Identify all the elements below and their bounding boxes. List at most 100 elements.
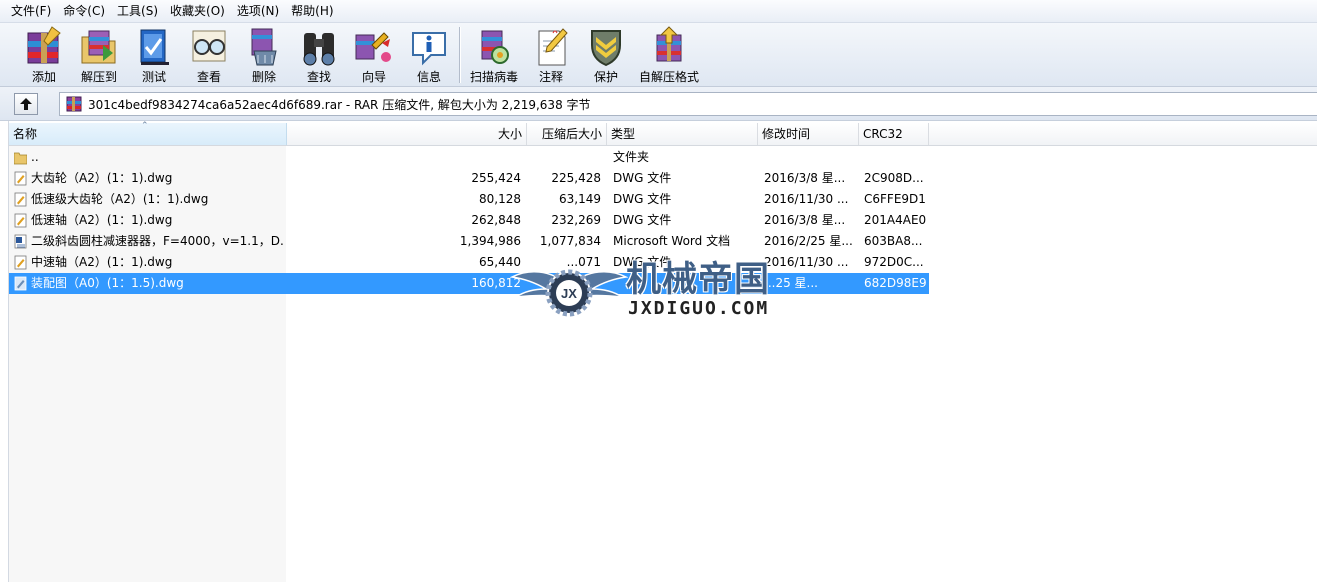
file-packed-size <box>530 147 601 168</box>
virus-scan-label: 扫描病毒 <box>469 70 518 84</box>
comment-button[interactable]: 注释 <box>523 24 579 84</box>
menu-file[interactable]: 文件(F) <box>0 1 57 21</box>
file-crc: 201A4AE0 <box>864 213 927 227</box>
table-row[interactable]: 低速轴（A2）(1：1).dwg 262,848 232,269 DWG 文件 … <box>9 210 929 231</box>
file-list[interactable]: ⌃ 名称 大小 压缩后大小 类型 修改时间 CRC32 .. 文件夹 大齿轮（A… <box>0 121 1317 582</box>
extract-to-label: 解压到 <box>80 70 117 84</box>
column-name[interactable]: ⌃ 名称 <box>9 121 287 145</box>
file-packed-size: ...071 <box>566 255 601 269</box>
file-size: 1,394,986 <box>459 234 521 248</box>
file-size: 80,128 <box>479 192 521 206</box>
file-name: 低速级大齿轮（A2）(1：1).dwg <box>31 192 209 206</box>
toolbar: 添加 解压到 测试 查看 删除 查找 向导 信息 扫描病毒 注释 保护 自解压格… <box>0 23 1317 87</box>
comment-label: 注释 <box>538 70 563 84</box>
file-type: DWG 文件 <box>613 213 672 227</box>
file-packed-size <box>530 273 601 294</box>
wizard-label: 向导 <box>361 70 386 84</box>
wizard-button[interactable]: 向导 <box>346 24 402 84</box>
column-modified-label: 修改时间 <box>762 127 811 141</box>
table-row[interactable]: 二级斜齿圆柱减速器器，F=4000，v=1.1，D... 1,394,986 1… <box>9 231 929 252</box>
folder-icon <box>14 152 27 165</box>
file-crc <box>864 147 934 168</box>
column-modified[interactable]: 修改时间 <box>758 123 859 145</box>
sfx-label: 自解压格式 <box>638 70 699 84</box>
file-type: 文件夹 <box>613 150 650 164</box>
rar-archive-icon <box>66 96 82 112</box>
table-row-selected[interactable]: 装配图（A0）(1：1.5).dwg 160,812 ...25 星... 68… <box>9 273 929 294</box>
dwg-file-icon <box>14 276 27 291</box>
add-label: 添加 <box>31 70 56 84</box>
view-glasses-icon <box>192 30 226 62</box>
file-crc: 2C908D... <box>864 171 924 185</box>
file-modified: 2016/11/30 ... <box>764 192 849 206</box>
file-name: 低速轴（A2）(1：1).dwg <box>31 213 173 227</box>
file-size <box>295 147 521 168</box>
table-row[interactable]: 低速级大齿轮（A2）(1：1).dwg 80,128 63,149 DWG 文件… <box>9 189 929 210</box>
file-crc: 972D0C... <box>864 255 924 269</box>
column-type-label: 类型 <box>611 127 636 141</box>
column-name-label: 名称 <box>13 127 38 141</box>
add-button[interactable]: 添加 <box>16 24 72 84</box>
column-size[interactable]: 大小 <box>287 123 527 145</box>
column-packed-size[interactable]: 压缩后大小 <box>527 123 607 145</box>
menu-options[interactable]: 选项(N) <box>231 1 285 21</box>
column-crc-label: CRC32 <box>863 127 903 141</box>
file-packed-size: 1,077,834 <box>539 234 601 248</box>
extract-to-button[interactable]: 解压到 <box>71 24 127 84</box>
column-packed-label: 压缩后大小 <box>541 127 602 141</box>
up-arrow-icon <box>20 98 32 110</box>
column-crc32[interactable]: CRC32 <box>859 123 929 145</box>
menu-command[interactable]: 命令(C) <box>57 1 111 21</box>
table-row[interactable]: .. 文件夹 <box>9 147 929 168</box>
menu-favorites[interactable]: 收藏夹(O) <box>164 1 231 21</box>
find-button[interactable]: 查找 <box>291 24 347 84</box>
file-type: DWG 文件 <box>613 171 672 185</box>
address-bar: 301c4bedf9834274ca6a52aec4d6f689.rar - R… <box>0 87 1317 121</box>
file-modified <box>764 147 860 168</box>
file-type <box>613 273 763 294</box>
column-type[interactable]: 类型 <box>607 123 758 145</box>
file-packed-size: 225,428 <box>551 171 601 185</box>
file-modified: 2016/2/25 星... <box>764 234 853 248</box>
toolbar-separator <box>459 27 460 83</box>
file-name: .. <box>31 150 39 164</box>
dwg-file-icon <box>14 255 27 270</box>
view-button[interactable]: 查看 <box>181 24 237 84</box>
word-file-icon <box>14 234 27 249</box>
file-name: 大齿轮（A2）(1：1).dwg <box>31 171 173 185</box>
binoculars-icon <box>303 33 335 66</box>
shield-icon <box>591 30 621 67</box>
file-crc: 603BA8... <box>864 234 923 248</box>
info-label: 信息 <box>416 70 441 84</box>
dwg-file-icon <box>14 213 27 228</box>
virus-scan-button[interactable]: 扫描病毒 <box>464 24 524 84</box>
virus-scan-icon <box>481 30 509 64</box>
dwg-file-icon <box>14 171 27 186</box>
file-crc: C6FFE9D1 <box>864 192 926 206</box>
extract-folder-icon <box>81 30 116 64</box>
file-size: 262,848 <box>471 213 521 227</box>
protect-label: 保护 <box>593 70 618 84</box>
delete-button[interactable]: 删除 <box>236 24 292 84</box>
table-row[interactable]: 大齿轮（A2）(1：1).dwg 255,424 225,428 DWG 文件 … <box>9 168 929 189</box>
view-label: 查看 <box>196 70 221 84</box>
up-folder-button[interactable] <box>14 93 38 115</box>
test-icon <box>140 29 169 65</box>
add-archive-icon <box>27 26 61 64</box>
menu-tools[interactable]: 工具(S) <box>111 1 164 21</box>
test-button[interactable]: 测试 <box>126 24 182 84</box>
sort-ascending-icon: ⌃ <box>141 121 149 131</box>
menu-help[interactable]: 帮助(H) <box>285 1 339 21</box>
info-icon <box>412 32 446 66</box>
address-field[interactable]: 301c4bedf9834274ca6a52aec4d6f689.rar - R… <box>59 92 1317 116</box>
sfx-button[interactable]: 自解压格式 <box>638 24 700 84</box>
delete-icon <box>251 28 277 66</box>
address-text: 301c4bedf9834274ca6a52aec4d6f689.rar - R… <box>88 97 591 112</box>
delete-label: 删除 <box>251 70 276 84</box>
file-name: 中速轴（A2）(1：1).dwg <box>31 255 173 269</box>
protect-button[interactable]: 保护 <box>578 24 634 84</box>
table-row[interactable]: 中速轴（A2）(1：1).dwg 65,440 ...071 DWG 文件 20… <box>9 252 929 273</box>
file-crc: 682D98E9 <box>864 276 927 290</box>
file-modified: 2016/3/8 星... <box>764 171 846 185</box>
info-button[interactable]: 信息 <box>401 24 457 84</box>
